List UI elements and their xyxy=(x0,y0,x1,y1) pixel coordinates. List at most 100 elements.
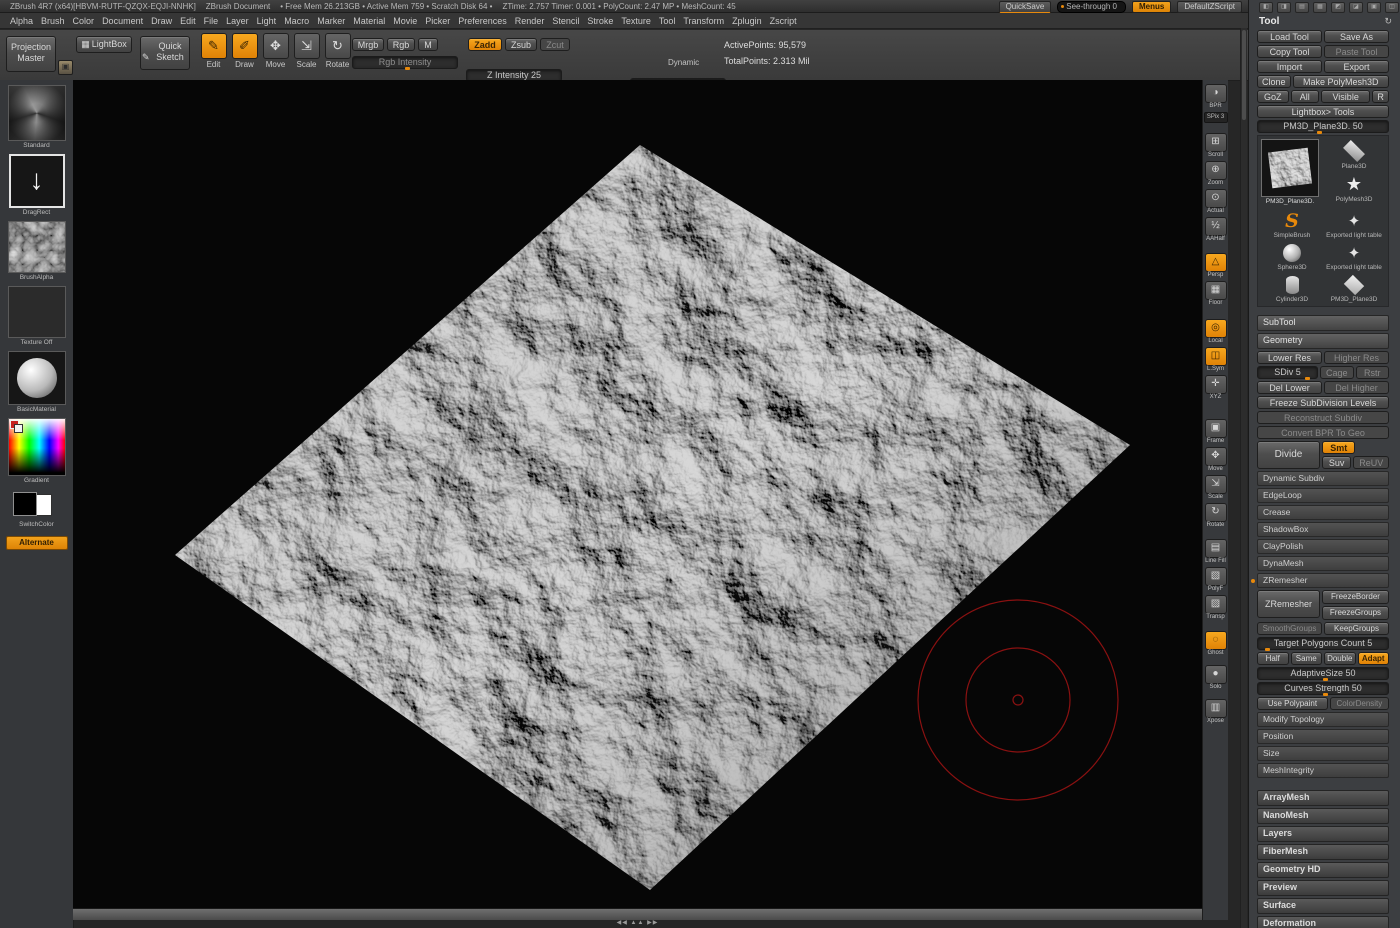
active-tool-thumbnail[interactable]: PM3D_Plane3D. xyxy=(1261,139,1319,205)
xyz-button[interactable]: ✛ XYZ xyxy=(1204,375,1228,401)
position-section[interactable]: Position xyxy=(1257,729,1389,744)
brush-selector[interactable]: Standard xyxy=(0,85,73,149)
import-button[interactable]: Import xyxy=(1257,60,1322,73)
keep-groups-button[interactable]: KeepGroups xyxy=(1324,622,1389,635)
menu-item-layer[interactable]: Layer xyxy=(226,16,249,26)
rotate-tool-button[interactable]: ↻ Rotate xyxy=(1204,503,1228,529)
linefill-button[interactable]: ▤ Line Fill xyxy=(1204,539,1228,565)
adaptive-size-slider[interactable]: AdaptiveSize 50 xyxy=(1257,667,1389,680)
tool-item-pm3d-plane3d[interactable]: PM3D_Plane3D xyxy=(1323,274,1385,303)
menu-item-alpha[interactable]: Alpha xyxy=(10,16,33,26)
nanomesh-palette[interactable]: NanoMesh xyxy=(1257,808,1389,824)
menu-item-stencil[interactable]: Stencil xyxy=(552,16,579,26)
fibermesh-palette[interactable]: FiberMesh xyxy=(1257,844,1389,860)
current-tool-slider[interactable]: PM3D_Plane3D. 50 xyxy=(1257,120,1389,133)
zsub-button[interactable]: Zsub xyxy=(505,38,537,51)
menu-item-light[interactable]: Light xyxy=(257,16,277,26)
smt-button[interactable]: Smt xyxy=(1322,441,1356,454)
transp-button[interactable]: ▨ Transp xyxy=(1204,595,1228,621)
rgb-button[interactable]: Rgb xyxy=(387,38,415,51)
draw-mode-button[interactable]: ✐ Draw xyxy=(231,33,258,69)
menu-item-stroke[interactable]: Stroke xyxy=(587,16,613,26)
edit-mode-button[interactable]: ✎ Edit xyxy=(200,33,227,69)
xpose-button[interactable]: ▥ Xpose xyxy=(1204,699,1228,725)
m-button[interactable]: M xyxy=(418,38,438,51)
aahalf-button[interactable]: ½ AAHalf xyxy=(1204,217,1228,243)
copy-tool-button[interactable]: Copy Tool xyxy=(1257,45,1322,58)
tool-item-plane3d[interactable]: Plane3D xyxy=(1323,139,1385,170)
suv-button[interactable]: Suv xyxy=(1322,456,1351,469)
dynamic-subdiv-section[interactable]: Dynamic Subdiv xyxy=(1257,471,1389,486)
menu-item-movie[interactable]: Movie xyxy=(393,16,417,26)
color-picker[interactable]: Gradient xyxy=(0,418,73,484)
meshintegrity-section[interactable]: MeshIntegrity xyxy=(1257,763,1389,778)
tray-shortcut-icon-6[interactable]: ◪ xyxy=(1349,2,1363,13)
menu-item-macro[interactable]: Macro xyxy=(284,16,309,26)
geometry-section-header[interactable]: Geometry xyxy=(1257,333,1389,349)
mrgb-button[interactable]: Mrgb xyxy=(352,38,384,51)
surface-palette[interactable]: Surface xyxy=(1257,898,1389,914)
floor-button[interactable]: ▦ Floor xyxy=(1204,281,1228,307)
freeze-border-button[interactable]: FreezeBorder xyxy=(1322,590,1389,604)
export-button[interactable]: Export xyxy=(1324,60,1389,73)
ghost-button[interactable]: ◌ Ghost xyxy=(1204,631,1228,657)
tray-shortcut-icon-3[interactable]: ▤ xyxy=(1295,2,1309,13)
curves-strength-slider[interactable]: Curves Strength 50 xyxy=(1257,682,1389,695)
zremesher-button[interactable]: ZRemesher xyxy=(1257,590,1320,618)
layers-palette[interactable]: Layers xyxy=(1257,826,1389,842)
deformation-palette[interactable]: Deformation xyxy=(1257,916,1389,928)
persp-button[interactable]: △ Persp xyxy=(1204,253,1228,279)
use-polypaint-button[interactable]: Use Polypaint xyxy=(1257,697,1328,710)
tool-item-lighttable-2[interactable]: ✦ Exported light table xyxy=(1323,242,1385,271)
solo-button[interactable]: ● Solo xyxy=(1204,665,1228,691)
bpr-button[interactable]: ◑ BPR xyxy=(1204,84,1228,110)
menu-item-zscript[interactable]: Zscript xyxy=(770,16,797,26)
load-tool-button[interactable]: Load Tool xyxy=(1257,30,1322,43)
size-section[interactable]: Size xyxy=(1257,746,1389,761)
half-button[interactable]: Half xyxy=(1257,652,1289,665)
tray-shortcut-icon-1[interactable]: ◧ xyxy=(1259,2,1273,13)
default-zscript-button[interactable]: DefaultZScript xyxy=(1177,1,1242,13)
menu-item-file[interactable]: File xyxy=(204,16,219,26)
geometry-hd-palette[interactable]: Geometry HD xyxy=(1257,862,1389,878)
switch-color[interactable] xyxy=(0,490,73,520)
polyf-button[interactable]: ▧ PolyF xyxy=(1204,567,1228,593)
scale-tool-button[interactable]: ⇲ Scale xyxy=(1204,475,1228,501)
alpha-selector[interactable]: BrushAlpha xyxy=(0,221,73,281)
menu-item-tool[interactable]: Tool xyxy=(659,16,676,26)
menu-item-zplugin[interactable]: Zplugin xyxy=(732,16,762,26)
menu-item-picker[interactable]: Picker xyxy=(425,16,450,26)
lower-res-button[interactable]: Lower Res xyxy=(1257,351,1322,364)
same-button[interactable]: Same xyxy=(1291,652,1323,665)
preview-palette[interactable]: Preview xyxy=(1257,880,1389,896)
move-tool-button[interactable]: ✥ Move xyxy=(1204,447,1228,473)
menus-button[interactable]: Menus xyxy=(1132,1,1171,13)
tray-scrollbar-thumb[interactable] xyxy=(1242,30,1246,120)
tray-shortcut-icon-7[interactable]: ▣ xyxy=(1367,2,1381,13)
menu-item-marker[interactable]: Marker xyxy=(317,16,345,26)
tray-shortcut-icon-4[interactable]: ▦ xyxy=(1313,2,1327,13)
projection-master-button[interactable]: Projection Master xyxy=(6,36,56,72)
material-selector[interactable]: BasicMaterial xyxy=(0,351,73,413)
main-color-swatch[interactable] xyxy=(13,492,37,516)
alternate-button[interactable]: Alternate xyxy=(6,536,68,550)
modify-topology-section[interactable]: Modify Topology xyxy=(1257,712,1389,727)
lightbox-button[interactable]: ▦LightBox xyxy=(76,36,132,53)
menu-item-material[interactable]: Material xyxy=(353,16,385,26)
freeze-groups-button[interactable]: FreezeGroups xyxy=(1322,606,1389,620)
menu-item-document[interactable]: Document xyxy=(102,16,143,26)
stroke-selector[interactable]: ↓ DragRect xyxy=(0,154,73,216)
del-lower-button[interactable]: Del Lower xyxy=(1257,381,1322,394)
zadd-button[interactable]: Zadd xyxy=(468,38,502,51)
dynamesh-section[interactable]: DynaMesh xyxy=(1257,556,1389,571)
goz-visible-button[interactable]: Visible xyxy=(1321,90,1370,103)
tool-item-polymesh3d[interactable]: ★ PolyMesh3D xyxy=(1323,172,1385,203)
lightbox-tools-button[interactable]: Lightbox> Tools xyxy=(1257,105,1389,118)
sdiv-slider[interactable]: SDiv 5 xyxy=(1257,366,1318,379)
lsym-button[interactable]: ◫ L.Sym xyxy=(1204,347,1228,373)
palette-refresh-icon[interactable]: ↻ xyxy=(1384,16,1392,27)
clone-button[interactable]: Clone xyxy=(1257,75,1291,88)
make-polymesh3d-button[interactable]: Make PolyMesh3D xyxy=(1293,75,1390,88)
canvas-scroll-arrows[interactable]: ◀◀ ▲▲ ▶▶ xyxy=(73,919,1202,928)
goz-all-button[interactable]: All xyxy=(1291,90,1320,103)
